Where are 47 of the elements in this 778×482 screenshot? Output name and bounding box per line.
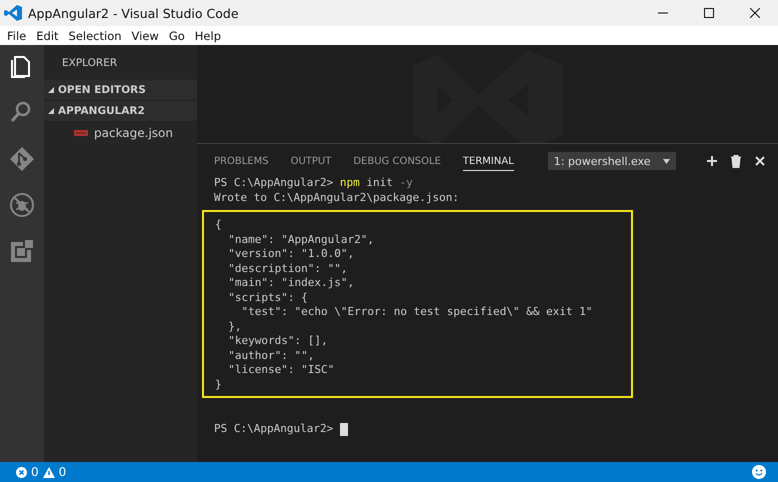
bug-icon[interactable] [8, 191, 36, 219]
panel-tab[interactable]: PROBLEMS [214, 152, 269, 170]
close-icon[interactable] [750, 8, 760, 18]
file-icon [74, 130, 88, 136]
terminal-line: "test": "echo \"Error: no test specified\" && exit 1" [240, 305, 594, 320]
plus-icon[interactable] [706, 154, 718, 166]
error-icon[interactable] [16, 466, 27, 478]
section-header[interactable]: APPANGULAR2 [44, 101, 197, 122]
terminal-prompt: PS C:\AppAngular2> [214, 422, 334, 436]
terminal-line: "keywords": [], [227, 334, 329, 348]
terminal-line: "description": "", [227, 262, 348, 276]
terminal-line: PS C:\AppAngular2> npm init -y [214, 176, 414, 190]
warning-icon[interactable] [42, 466, 55, 478]
sidebar-title: EXPLORER [61, 56, 118, 71]
terminal-select[interactable]: 1: powershell.exe [548, 152, 676, 170]
app-logo-icon [4, 5, 22, 21]
menu-item[interactable]: View [126, 28, 164, 42]
terminal-line: "version": "1.0.0", [227, 247, 356, 262]
panel-tab[interactable]: DEBUG CONSOLE [353, 152, 441, 170]
terminal-line: "main": "index.js", [227, 276, 356, 290]
smiley-icon[interactable] [752, 465, 766, 479]
menu-item[interactable]: Selection [64, 28, 127, 42]
terminal-line: Wrote to C:\AppAngular2\package.json: [214, 190, 460, 205]
terminal-line: { [215, 218, 223, 232]
file-name[interactable]: package.json [94, 126, 174, 140]
terminal-line: "license": "ISC" [227, 363, 336, 378]
terminal-line: "author": "", [227, 348, 316, 363]
panel-tab[interactable]: OUTPUT [290, 152, 332, 170]
branch-icon[interactable] [8, 145, 36, 173]
terminal-line: } [215, 378, 223, 392]
terminal-line: "name": "AppAngular2", [227, 232, 375, 247]
section-header[interactable]: OPEN EDITORS [44, 80, 197, 101]
terminal-line: }, [227, 320, 242, 334]
terminal-line: "scripts": { [227, 290, 309, 305]
menu-item[interactable]: Help [190, 28, 226, 42]
caret-icon [662, 158, 670, 164]
menu-item[interactable]: Go [164, 28, 190, 42]
warning-count[interactable]: 0 [58, 465, 66, 479]
error-count[interactable]: 0 [31, 465, 39, 479]
trash-icon[interactable] [730, 154, 742, 168]
window-title: AppAngular2 - Visual Studio Code [28, 6, 240, 20]
menu-item[interactable]: Edit [31, 28, 64, 42]
maximize-icon[interactable] [704, 8, 714, 18]
panel-tab[interactable]: TERMINAL [462, 152, 514, 170]
extensions-icon[interactable] [8, 237, 36, 265]
menu-item[interactable]: File [2, 28, 32, 42]
text-cursor [340, 422, 348, 436]
